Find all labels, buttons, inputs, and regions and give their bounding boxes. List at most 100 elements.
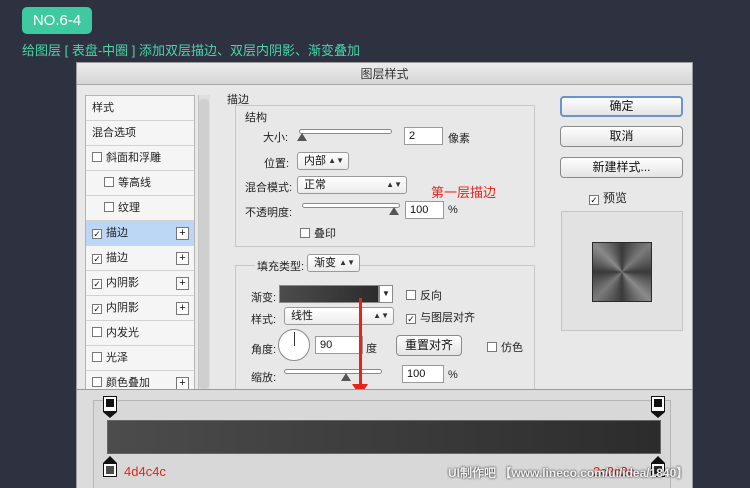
opacity-slider-thumb[interactable] — [389, 207, 399, 215]
opacity-stop-right[interactable] — [651, 396, 665, 412]
styles-list-item-label: 斜面和浮雕 — [106, 152, 161, 164]
checkbox-box[interactable]: ✓ — [92, 304, 102, 314]
gradient-bar[interactable] — [107, 420, 661, 454]
dither-label: 仿色 — [501, 342, 523, 354]
select-arrow-icon: ▲▼ — [386, 180, 402, 189]
checkbox-box[interactable]: ✓ — [406, 314, 416, 324]
styles-list-item[interactable]: 纹理 — [86, 196, 194, 221]
styles-list-item[interactable]: 内发光 — [86, 321, 194, 346]
styles-list-item-label: 混合选项 — [92, 127, 136, 139]
checkbox-box[interactable] — [300, 228, 310, 238]
styles-list-item[interactable]: 混合选项 — [86, 121, 194, 146]
preview-checkbox[interactable]: ✓ 预览 — [589, 189, 627, 206]
select-arrow-icon: ▲▼ — [328, 156, 344, 165]
styles-list-item-label: 内阴影 — [106, 277, 139, 289]
add-icon[interactable]: + — [176, 252, 189, 265]
cancel-button[interactable]: 取消 — [560, 126, 683, 147]
styles-list-scrollbar-thumb[interactable] — [199, 99, 209, 389]
size-label: 大小: — [263, 132, 289, 144]
checkbox-box[interactable] — [104, 202, 114, 212]
gradient-dropdown-icon[interactable]: ▼ — [379, 285, 393, 303]
styles-list-item-label: 光泽 — [106, 352, 128, 364]
opacity-stop-right-pointer — [651, 412, 665, 418]
reset-alignment-button[interactable]: 重置对齐 — [396, 335, 462, 356]
scale-unit: % — [448, 369, 458, 381]
checkbox-box[interactable] — [92, 152, 102, 162]
position-value: 内部 — [304, 155, 326, 167]
add-icon[interactable]: + — [176, 302, 189, 315]
styles-list-item-label: 样式 — [92, 102, 114, 114]
checkbox-box[interactable]: ✓ — [589, 195, 599, 205]
styles-list-item[interactable]: 等高线 — [86, 171, 194, 196]
step-subtitle: 给图层 [ 表盘-中圈 ] 添加双层描边、双层内阴影、渐变叠加 — [22, 43, 361, 58]
styles-list-item[interactable]: ✓ 内阴影 + — [86, 296, 194, 321]
fill-type-label: 填充类型: — [255, 258, 307, 274]
size-slider[interactable] — [299, 129, 392, 134]
preview-label: 预览 — [603, 191, 628, 205]
styles-list-item[interactable]: ✓ 描边 + — [86, 221, 194, 246]
checkbox-box[interactable]: ✓ — [92, 279, 102, 289]
add-icon[interactable]: + — [176, 227, 189, 240]
reverse-checkbox[interactable]: 反向 — [406, 287, 442, 303]
styles-list-item-label: 等高线 — [118, 177, 151, 189]
styles-list-item[interactable]: 光泽 — [86, 346, 194, 371]
scale-label: 缩放: — [251, 372, 277, 384]
scale-slider[interactable] — [284, 369, 382, 374]
size-slider-thumb[interactable] — [297, 133, 307, 141]
checkbox-box[interactable]: ✓ — [92, 229, 102, 239]
new-style-button[interactable]: 新建样式... — [560, 157, 683, 178]
annotation-arrow — [359, 298, 362, 386]
styles-list-item[interactable]: ✓ 描边 + — [86, 246, 194, 271]
opacity-label: 不透明度: — [245, 207, 293, 219]
styles-list-item-label: 内阴影 — [106, 302, 139, 314]
reverse-label: 反向 — [420, 290, 442, 302]
overprint-label: 叠印 — [314, 228, 336, 240]
checkbox-box[interactable] — [487, 342, 497, 352]
color-stop-pointer — [103, 456, 117, 463]
gradient-label: 渐变: — [251, 292, 277, 304]
overprint-checkbox[interactable]: 叠印 — [300, 225, 336, 241]
opacity-unit: % — [448, 204, 458, 216]
add-icon[interactable]: + — [176, 277, 189, 290]
styles-list-item[interactable]: 斜面和浮雕 — [86, 146, 194, 171]
dither-checkbox[interactable]: 仿色 — [487, 339, 523, 355]
size-unit: 像素 — [448, 133, 470, 145]
position-select[interactable]: 内部 ▲▼ — [297, 152, 349, 170]
style-label: 样式: — [251, 314, 277, 326]
blend-mode-select[interactable]: 正常 ▲▼ — [297, 176, 407, 194]
layer-style-dialog: 图层样式 样式混合选项斜面和浮雕等高线纹理 ✓ 描边 + ✓ 描边 + ✓ 内阴影 + ✓ 内阴影 + 内… — [76, 62, 693, 392]
scale-input[interactable]: 100 — [402, 365, 444, 383]
checkbox-box[interactable] — [406, 290, 416, 300]
styles-list-item[interactable]: 样式 — [86, 96, 194, 121]
structure-group-title: 结构 — [243, 109, 269, 125]
checkbox-box[interactable] — [92, 352, 102, 362]
styles-list-item-label: 描边 — [106, 227, 128, 239]
opacity-slider[interactable] — [302, 203, 400, 208]
checkbox-box[interactable] — [104, 177, 114, 187]
scale-slider-thumb[interactable] — [341, 373, 351, 381]
size-input[interactable]: 2 — [404, 127, 443, 145]
gradient-picker[interactable] — [279, 285, 379, 303]
watermark: UI制作吧 【www.lineco.com/ui/idea/1840】 — [448, 466, 689, 480]
color-stop-pointer — [651, 456, 665, 463]
angle-needle — [294, 332, 295, 346]
preview-swatch — [592, 242, 652, 302]
styles-list-item-label: 描边 — [106, 252, 128, 264]
checkbox-box[interactable] — [92, 377, 102, 387]
opacity-stop-left[interactable] — [103, 396, 117, 412]
fill-type-select[interactable]: 渐变 ▲▼ — [307, 254, 360, 272]
color-stop-left[interactable] — [103, 456, 117, 477]
style-select[interactable]: 线性 ▲▼ — [284, 307, 394, 325]
styles-list-item[interactable]: ✓ 内阴影 + — [86, 271, 194, 296]
dialog-title: 图层样式 — [77, 63, 692, 85]
fill-type-value: 渐变 — [314, 257, 336, 269]
ok-button[interactable]: 确定 — [560, 96, 683, 117]
angle-input[interactable]: 90 — [315, 336, 363, 354]
opacity-input[interactable]: 100 — [405, 201, 444, 219]
styles-list: 样式 混合选项 斜面和浮雕 等高线 纹理 ✓ 描边 + ✓ 描边 + ✓ 内阴影 + ✓ 内阴影 + 内发光 光泽颜… — [85, 95, 195, 391]
checkbox-box[interactable]: ✓ — [92, 254, 102, 264]
style-value: 线性 — [291, 310, 313, 322]
align-with-layer-checkbox[interactable]: ✓ 与图层对齐 — [406, 309, 475, 325]
checkbox-box[interactable] — [92, 327, 102, 337]
angle-dial[interactable] — [278, 329, 310, 361]
